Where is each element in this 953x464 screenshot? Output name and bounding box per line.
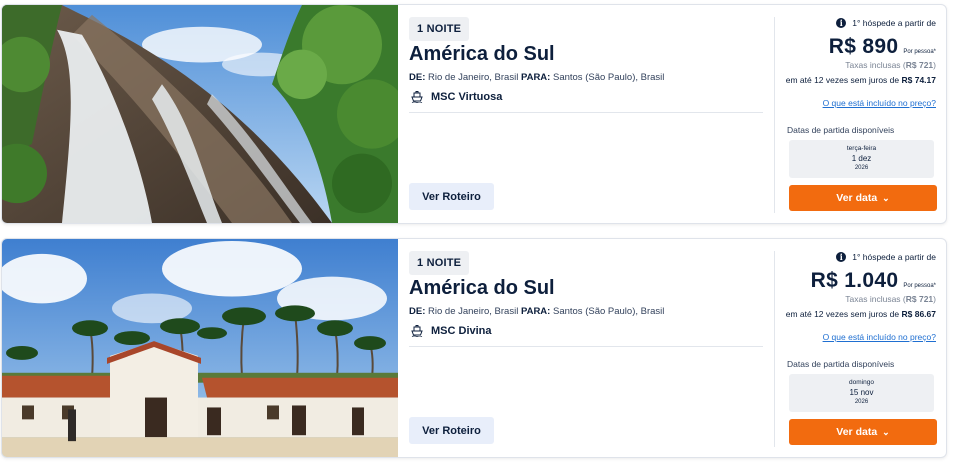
cruise-card: 1 NOITE América do Sul DE: Rio de Janeir… (1, 238, 947, 458)
to-port: Santos (São Paulo), Brasil (552, 306, 665, 317)
installments-prefix: em até 12 vezes sem juros de (785, 75, 900, 85)
to-label: PARA: (520, 72, 551, 83)
taxes-value: R$ 721 (905, 60, 934, 70)
column-divider (774, 251, 775, 447)
departure-date-option[interactable]: terça-feira 1 dez 2026 (789, 140, 934, 178)
first-guest-label: i 1° hóspede a partir de (836, 252, 936, 262)
taxes-prefix: Taxas inclusas ( (845, 60, 906, 70)
price-panel: i 1° hóspede a partir de R$ 1.040 Por pe… (786, 239, 937, 457)
date-day: 1 dez (851, 154, 872, 163)
date-weekday: terça-feira (846, 145, 877, 152)
view-date-button[interactable]: Ver data ⌄ (789, 185, 937, 211)
nights-badge: 1 NOITE (409, 251, 470, 275)
to-label: PARA: (520, 306, 551, 317)
colonial-church-palms-photo[interactable] (2, 239, 398, 457)
from-label: DE: (409, 72, 426, 83)
ship-name: MSC Virtuosa (431, 91, 503, 103)
cruise-title[interactable]: América do Sul (409, 277, 555, 300)
taxes-suffix: ) (933, 294, 936, 304)
price: R$ 890 (828, 35, 899, 58)
whats-included-link[interactable]: O que está incluído no preço? (823, 98, 936, 108)
view-date-label: Ver data (836, 192, 878, 204)
date-day: 15 nov (849, 388, 874, 397)
nights-badge: 1 NOITE (409, 17, 470, 41)
from-port: Rio de Janeiro, Brasil (428, 72, 519, 83)
ship-name: MSC Divina (431, 325, 492, 337)
first-guest-text: 1° hóspede a partir de (852, 18, 936, 28)
date-year: 2026 (854, 399, 869, 405)
price-panel: i 1° hóspede a partir de R$ 890 Por pess… (786, 5, 937, 223)
to-port: Santos (São Paulo), Brasil (552, 72, 665, 83)
installments-value: R$ 86.67 (901, 309, 937, 319)
info-icon[interactable]: i (836, 18, 847, 28)
ship-row: MSC Divina (411, 325, 492, 337)
installments-note: em até 12 vezes sem juros de R$ 74.17 (786, 75, 936, 85)
from-port: Rio de Janeiro, Brasil (428, 306, 519, 317)
route-line: DE: Rio de Janeiro, Brasil PARA: Santos … (409, 306, 664, 317)
departure-date-option[interactable]: domingo 15 nov 2026 (789, 374, 934, 412)
view-date-label: Ver data (836, 426, 878, 438)
price: R$ 1.040 (810, 269, 899, 292)
view-itinerary-button[interactable]: Ver Roteiro (409, 417, 494, 444)
info-icon[interactable]: i (836, 252, 847, 262)
per-person-label: Por pessoa* (903, 283, 936, 289)
taxes-value: R$ 721 (905, 294, 934, 304)
column-divider (774, 17, 775, 213)
taxes-note: Taxas inclusas (R$ 721) (845, 60, 936, 70)
departure-dates-label: Datas de partida disponíveis (787, 125, 895, 135)
cruise-title[interactable]: América do Sul (409, 43, 555, 66)
date-weekday: domingo (849, 379, 874, 386)
cruise-card: 1 NOITE América do Sul DE: Rio de Janeir… (1, 4, 947, 224)
taxes-suffix: ) (933, 60, 936, 70)
first-guest-label: i 1° hóspede a partir de (836, 18, 936, 28)
first-guest-text: 1° hóspede a partir de (852, 252, 936, 262)
chevron-down-icon: ⌄ (882, 426, 890, 437)
price-row: R$ 1.040 Por pessoa* (811, 269, 936, 293)
installments-value: R$ 74.17 (901, 75, 937, 85)
chevron-down-icon: ⌄ (882, 192, 890, 203)
ship-icon (411, 91, 423, 103)
installments-note: em até 12 vezes sem juros de R$ 86.67 (786, 309, 936, 319)
divider (409, 112, 763, 113)
waterfall-photo[interactable] (2, 5, 398, 223)
price-row: R$ 890 Por pessoa* (829, 35, 936, 59)
taxes-prefix: Taxas inclusas ( (845, 294, 906, 304)
per-person-label: Por pessoa* (903, 49, 936, 55)
installments-prefix: em até 12 vezes sem juros de (785, 309, 900, 319)
view-date-button[interactable]: Ver data ⌄ (789, 419, 937, 445)
route-line: DE: Rio de Janeiro, Brasil PARA: Santos … (409, 72, 664, 83)
taxes-note: Taxas inclusas (R$ 721) (845, 294, 936, 304)
ship-icon (411, 325, 423, 337)
date-year: 2026 (854, 165, 869, 171)
view-itinerary-button[interactable]: Ver Roteiro (409, 183, 494, 210)
ship-row: MSC Virtuosa (411, 91, 502, 103)
whats-included-link[interactable]: O que está incluído no preço? (823, 332, 936, 342)
divider (409, 346, 763, 347)
from-label: DE: (409, 306, 426, 317)
departure-dates-label: Datas de partida disponíveis (787, 359, 895, 369)
